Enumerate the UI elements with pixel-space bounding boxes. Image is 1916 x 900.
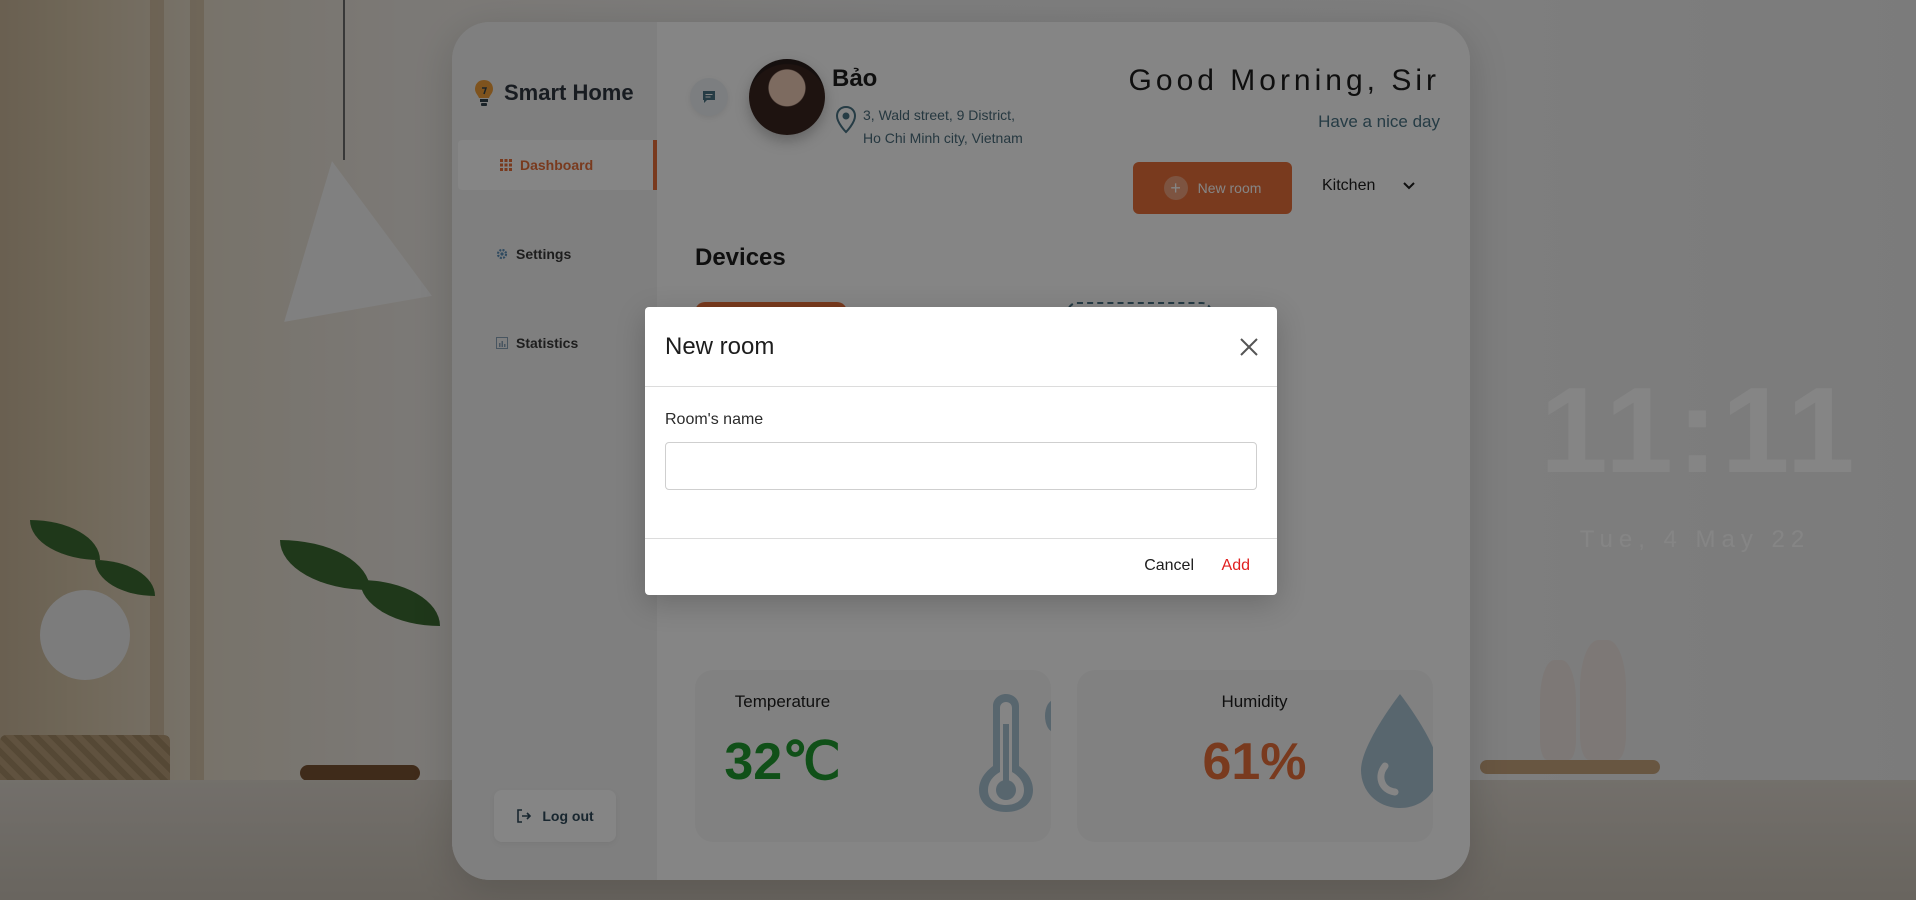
dialog-footer: Cancel Add — [645, 539, 1277, 595]
room-name-input[interactable] — [665, 442, 1257, 490]
room-name-label: Room's name — [665, 411, 764, 428]
add-button[interactable]: Add — [1222, 557, 1250, 575]
dialog-header: New room — [645, 307, 1277, 387]
cancel-button[interactable]: Cancel — [1144, 557, 1194, 575]
dialog-body: Room's name — [645, 387, 1277, 539]
close-icon[interactable] — [1235, 333, 1263, 361]
dialog-title: New room — [665, 333, 775, 360]
new-room-dialog: New room Room's name Cancel Add — [645, 307, 1277, 595]
